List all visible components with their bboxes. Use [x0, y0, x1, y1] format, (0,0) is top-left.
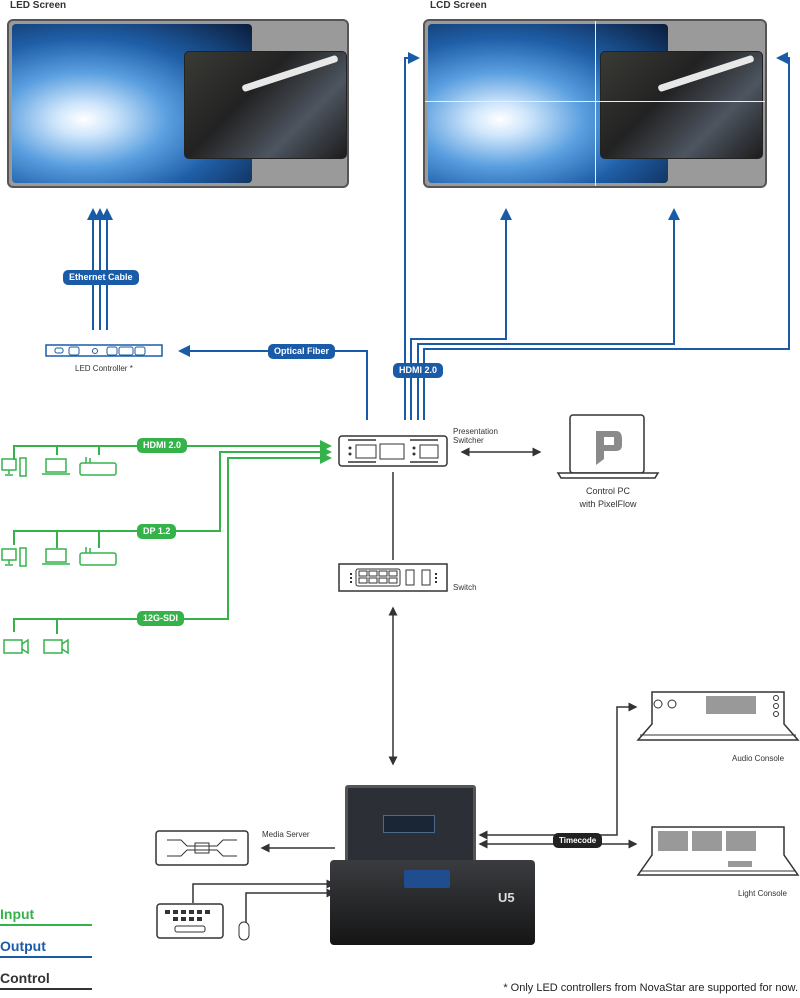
presentation-switcher-icon [338, 435, 448, 467]
dp-source-devices [1, 547, 117, 567]
u5-touchscreen [404, 870, 450, 888]
hdmi-source-devices [1, 457, 117, 477]
mouse-icon [238, 921, 250, 941]
guitar-image [600, 51, 763, 159]
legend-control: Control [0, 970, 92, 990]
media-player-icon [79, 552, 117, 566]
desktop-monitor-icon [1, 458, 17, 471]
light-console-label: Light Console [738, 889, 787, 898]
led-screen [7, 19, 349, 188]
timecode-label: Timecode [553, 833, 603, 848]
network-switch-icon [338, 563, 448, 592]
lcd-screen-title: LCD Screen [430, 0, 487, 11]
sdi-source-devices [3, 638, 69, 655]
u5-model-label: U5 [498, 890, 515, 905]
footnote: * Only LED controllers from NovaStar are… [503, 982, 798, 994]
desktop-tower-icon [19, 547, 27, 567]
optical-fiber-label: Optical Fiber [268, 344, 336, 359]
legend-output: Output [0, 938, 92, 958]
control-pc-label: Control PC with PixelFlow [579, 486, 637, 509]
led-controller-icon [45, 344, 163, 357]
hdmi-output-label: HDMI 2.0 [393, 363, 444, 378]
hdmi-input-label: HDMI 2.0 [137, 438, 188, 453]
guitar-image [184, 51, 347, 159]
desktop-tower-icon [19, 457, 27, 477]
dp-input-label: DP 1.2 [137, 524, 177, 539]
desktop-monitor-icon [1, 548, 17, 561]
u5-console: U5 [330, 860, 535, 945]
control-pc-icon [556, 414, 660, 479]
led-controller-label: LED Controller * [75, 364, 133, 373]
lcd-seam-vertical [595, 21, 596, 186]
keyboard-mouse-icons [156, 903, 250, 941]
audio-console-icon [636, 691, 800, 741]
legend-input: Input [0, 906, 92, 926]
media-server-label: Media Server [262, 830, 310, 839]
light-console-icon [636, 826, 800, 876]
laptop-icon [45, 548, 67, 563]
ethernet-cable-label: Ethernet Cable [63, 270, 139, 285]
media-server-icon [155, 830, 249, 866]
camera-icon [43, 639, 63, 654]
camera-icon [3, 639, 23, 654]
lcd-screen [423, 19, 767, 188]
led-screen-title: LED Screen [10, 0, 67, 11]
media-player-icon [79, 462, 117, 476]
presentation-switcher-label: Presentation Switcher [453, 427, 498, 445]
optical-fiber-line [178, 345, 368, 420]
laptop-icon [45, 458, 67, 473]
sdi-input-label: 12G-SDI [137, 611, 185, 626]
switch-label: Switch [453, 583, 477, 592]
lcd-seam-horizontal [425, 101, 765, 102]
audio-console-label: Audio Console [732, 754, 785, 763]
